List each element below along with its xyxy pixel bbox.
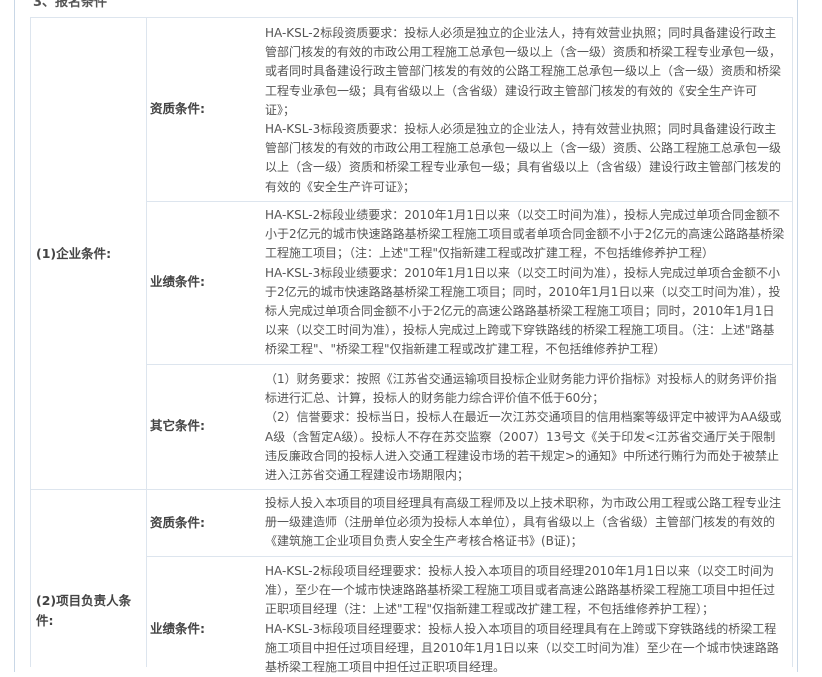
column-divider — [146, 17, 147, 667]
enterprise-other-text: （1）财务要求：按照《江苏省交通运输项目投标企业财务能力评价指标》对投标人的财务… — [265, 372, 782, 483]
enterprise-qualification-text: HA-KSL-2标段资质要求：投标人必须是独立的企业法人，持有效营业执照；同时具… — [265, 26, 782, 194]
group-label-project-manager: (2)项目负责人条件: — [36, 593, 132, 628]
table-top-border — [30, 17, 792, 18]
group-divider — [30, 489, 792, 490]
other-conditions-label: 其它条件: — [150, 418, 205, 433]
performance-label: 业绩条件: — [150, 621, 205, 636]
performance-label: 业绩条件: — [150, 274, 205, 289]
qualification-label: 资质条件: — [150, 515, 205, 530]
section-title: 3、报名条件 — [33, 0, 108, 10]
enterprise-performance-text: HA-KSL-2标段业绩要求：2010年1月1日以来（以交工时间为准），投标人完… — [265, 208, 785, 357]
column-divider — [30, 17, 31, 667]
qualification-label: 资质条件: — [150, 101, 205, 116]
row-divider — [146, 364, 792, 365]
manager-qualification-text: 投标人投入本项目的项目经理具有高级工程师及以上技术职称，为市政公用工程或公路工程… — [265, 496, 782, 549]
column-divider — [792, 17, 793, 667]
row-divider — [146, 201, 792, 202]
manager-performance-text: HA-KSL-2标段项目经理要求：投标人投入本项目的项目经理2010年1月1日以… — [265, 564, 779, 675]
group-label-enterprise: (1)企业条件: — [36, 246, 112, 261]
row-divider — [146, 556, 792, 557]
